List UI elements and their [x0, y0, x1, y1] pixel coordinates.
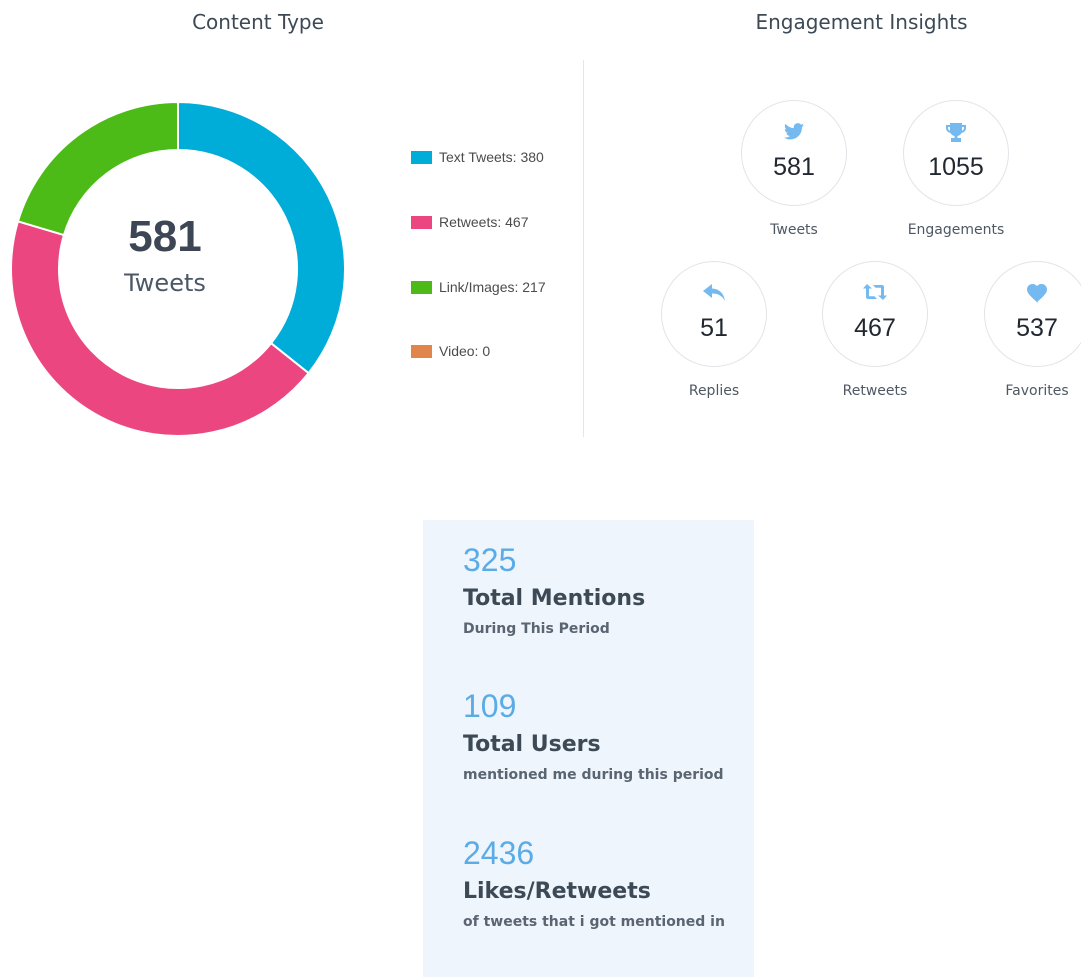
stat-tweets[interactable]: 581	[741, 100, 847, 206]
mentions-stat-total-users: 109 Total Users mentioned me during this…	[463, 690, 724, 782]
mentions-stat-likes-retweets: 2436 Likes/Retweets of tweets that i got…	[463, 837, 725, 929]
engagement-insights-title: Engagement Insights	[755, 10, 968, 34]
mentions-description: mentioned me during this period	[463, 767, 724, 783]
legend-item-link-images[interactable]: Link/Images: 217	[411, 279, 546, 295]
donut-total: 581	[128, 212, 202, 261]
legend-label: Text Tweets: 380	[439, 149, 544, 165]
legend-swatch	[411, 215, 432, 229]
legend-swatch	[411, 280, 432, 294]
stat-value: 1055	[928, 153, 984, 181]
mentions-number: 325	[463, 542, 517, 578]
legend-swatch	[411, 150, 432, 164]
stat-label-retweets: Retweets	[842, 383, 908, 399]
stat-value: 581	[773, 153, 815, 181]
mentions-title: Likes/Retweets	[463, 879, 651, 904]
stat-value: 537	[1016, 314, 1058, 342]
stat-retweets[interactable]: 467	[822, 261, 928, 367]
legend-label: Retweets: 467	[439, 214, 529, 230]
mentions-summary-card: 325 Total Mentions During This Period 10…	[423, 520, 754, 977]
legend-item-retweets[interactable]: Retweets: 467	[411, 214, 529, 230]
stat-label-engagements: Engagements	[907, 222, 1005, 238]
donut-center: 581 Tweets	[75, 212, 255, 298]
mentions-number: 2436	[463, 835, 535, 871]
donut-total-label: Tweets	[124, 269, 206, 297]
legend-swatch	[411, 344, 432, 358]
mentions-number: 109	[463, 688, 517, 724]
legend-label: Link/Images: 217	[439, 279, 546, 295]
mentions-title: Total Users	[463, 732, 601, 757]
stat-engagements[interactable]: 1055	[903, 100, 1009, 206]
stat-favorites[interactable]: 537	[984, 261, 1081, 367]
content-type-title: Content Type	[192, 10, 324, 34]
content-type-donut-chart: 581 Tweets	[11, 102, 345, 436]
legend-label: Video: 0	[439, 343, 491, 359]
heart-icon	[985, 284, 1081, 303]
stat-label-replies: Replies	[688, 383, 740, 399]
trophy-icon	[904, 123, 1008, 142]
twitter-bird-icon	[742, 123, 846, 141]
stat-label-tweets: Tweets	[770, 222, 818, 238]
mentions-stat-total-mentions: 325 Total Mentions During This Period	[463, 544, 645, 636]
stat-value: 51	[700, 314, 728, 342]
stat-replies[interactable]: 51	[661, 261, 767, 367]
section-divider	[583, 60, 584, 437]
mentions-description: During This Period	[463, 621, 610, 637]
stat-value: 467	[854, 314, 896, 342]
reply-icon	[662, 284, 766, 302]
mentions-title: Total Mentions	[463, 586, 646, 611]
mentions-description: of tweets that i got mentioned in	[463, 914, 725, 930]
stat-label-favorites: Favorites	[1005, 383, 1069, 399]
legend-item-video[interactable]: Video: 0	[411, 343, 490, 359]
retweet-icon	[823, 284, 927, 302]
legend-item-text-tweets[interactable]: Text Tweets: 380	[411, 149, 544, 165]
